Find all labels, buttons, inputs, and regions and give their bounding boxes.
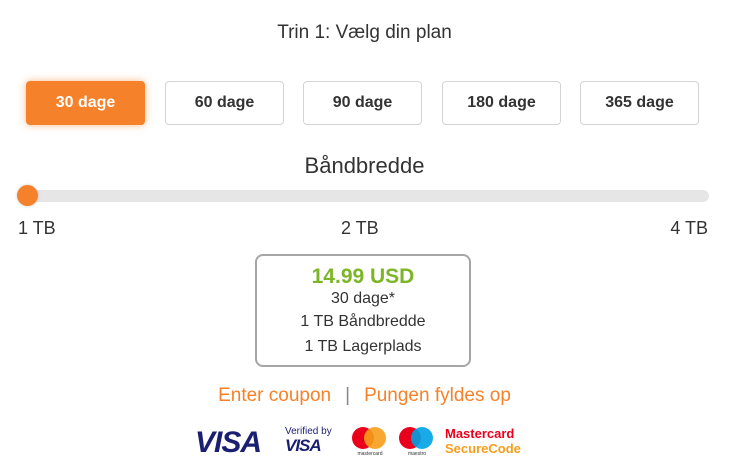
visa-logo: VISA [195, 426, 262, 459]
plan-selector: 30 dage 60 dage 90 dage 180 dage 365 dag… [26, 81, 699, 125]
top-up-wallet-link[interactable]: Pungen fyldes op [364, 385, 511, 406]
mastercard-securecode-logo: Mastercard SecureCode [445, 426, 521, 456]
step-title: Trin 1: Vælg din plan [277, 22, 452, 43]
plan-60-days-button[interactable]: 60 dage [165, 81, 284, 125]
tick-label-2tb: 2 TB [341, 218, 379, 238]
securecode-line2: SecureCode [445, 441, 521, 456]
verified-by-visa-logo: Verified by VISA [285, 426, 343, 455]
enter-coupon-link[interactable]: Enter coupon [218, 385, 331, 406]
plan-180-days-button[interactable]: 180 dage [442, 81, 561, 125]
bandwidth-title: Båndbredde [304, 153, 425, 178]
plan-duration: 30 dage* [330, 290, 396, 307]
maestro-logo: maestro [399, 427, 439, 459]
plan-bandwidth: 1 TB Båndbredde [300, 313, 426, 330]
plan-price: 14.99 USD [311, 265, 415, 288]
plan-summary-box: 14.99 USD 30 dage* 1 TB Båndbredde 1 TB … [255, 254, 471, 367]
tick-label-4tb: 4 TB [670, 218, 708, 238]
mastercard-label: mastercard [357, 451, 383, 457]
securecode-line1: Mastercard [445, 426, 515, 441]
plan-90-days-button[interactable]: 90 dage [303, 81, 422, 125]
plan-365-days-button[interactable]: 365 dage [580, 81, 699, 125]
link-separator: | [345, 385, 351, 406]
plan-storage: 1 TB Lagerplads [304, 338, 422, 355]
action-links: Enter coupon | Pungen fyldes op [0, 385, 729, 407]
slider-track[interactable] [18, 190, 709, 202]
plan-30-days-button[interactable]: 30 dage [26, 81, 145, 125]
tick-label-1tb: 1 TB [18, 218, 56, 238]
slider-thumb[interactable] [17, 185, 38, 206]
maestro-label: maestro [407, 451, 427, 457]
verified-visa-text: VISA [285, 436, 322, 455]
bandwidth-slider[interactable] [17, 185, 709, 206]
mastercard-logo: mastercard [352, 427, 392, 459]
